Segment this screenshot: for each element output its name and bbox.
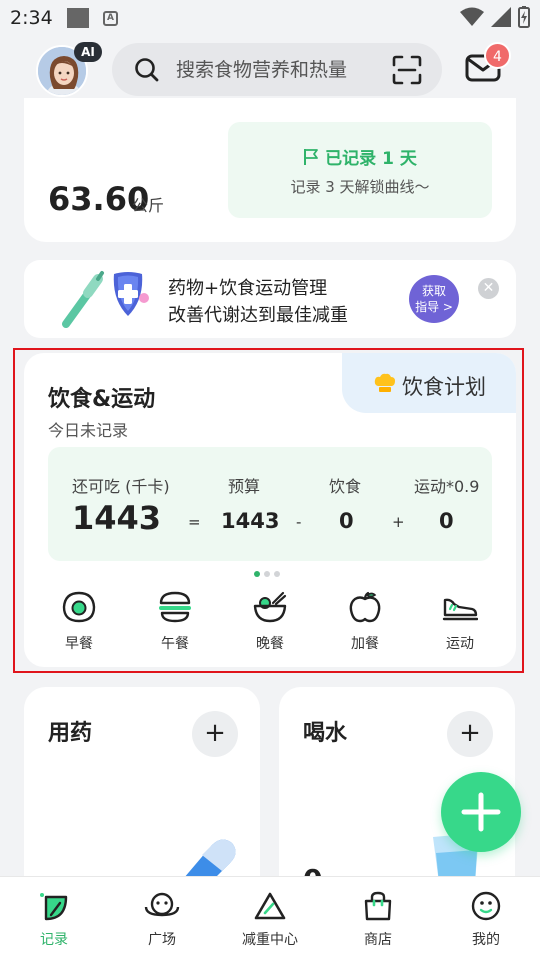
budget-value: 1443 — [221, 509, 280, 533]
banner-close-button[interactable]: ✕ — [478, 278, 499, 299]
diet-value: 0 — [339, 509, 354, 533]
banner-button-line2: 指导 > — [415, 300, 453, 314]
record-progress-box[interactable]: 已记录 1 天 记录 3 天解锁曲线～ — [228, 122, 492, 218]
medicine-title: 用药 — [48, 721, 93, 746]
search-icon — [135, 58, 159, 82]
diet-plan-label: 饮食计划 — [402, 375, 486, 399]
meal-label: 运动 — [446, 636, 474, 652]
meal-dinner[interactable]: 晚餐 — [235, 591, 305, 653]
record-title: 已记录 1 天 — [228, 144, 492, 169]
plus-icon — [461, 792, 501, 832]
banner-line2: 改善代谢达到最佳减重 — [168, 305, 348, 326]
diet-card-title: 饮食&运动 — [48, 387, 156, 412]
weight-card[interactable]: 63.60 公斤 已记录 1 天 记录 3 天解锁曲线～ — [24, 98, 516, 242]
meal-exercise[interactable]: 运动 — [425, 591, 495, 653]
tab-label: 商店 — [364, 932, 392, 948]
bowl-icon — [253, 591, 287, 623]
triangle-icon — [254, 892, 286, 920]
tab-label: 我的 — [472, 932, 500, 948]
remaining-label: 还可吃 (千卡) — [72, 477, 170, 496]
signal-icon — [491, 7, 511, 27]
banner-button-line1: 获取 — [421, 284, 446, 298]
page-indicator — [254, 571, 280, 577]
apple-icon — [349, 591, 381, 623]
record-subtitle: 记录 3 天解锁曲线～ — [290, 178, 430, 196]
weight-unit: 公斤 — [132, 196, 165, 215]
face-icon — [471, 891, 501, 921]
status-time: 2:34 — [10, 7, 53, 29]
status-icons — [460, 6, 530, 28]
wifi-icon — [460, 7, 484, 26]
tab-square[interactable]: 广场 — [122, 891, 202, 949]
diet-exercise-card[interactable]: 饮食计划 饮食&运动 今日未记录 还可吃 (千卡) 1443 = 预算 1443… — [24, 353, 516, 667]
tab-profile[interactable]: 我的 — [446, 891, 526, 949]
plus-operator: + — [392, 513, 405, 531]
banner-line1: 药物+饮食运动管理 — [168, 278, 328, 299]
remaining-value: 1443 — [72, 499, 162, 537]
meal-label: 早餐 — [65, 636, 93, 652]
meal-snack[interactable]: 加餐 — [330, 591, 400, 653]
exercise-label: 运动*0.9 — [414, 477, 480, 496]
ai-badge[interactable]: AI — [74, 42, 102, 62]
get-guidance-button[interactable]: 获取 指导 > — [409, 275, 459, 323]
water-title: 喝水 — [303, 721, 348, 746]
bag-icon — [364, 891, 392, 921]
notification-square-icon — [67, 8, 89, 28]
meal-breakfast[interactable]: 早餐 — [44, 591, 114, 653]
egg-icon — [62, 591, 96, 623]
add-medicine-button[interactable]: + — [192, 711, 238, 757]
sneaker-icon — [442, 598, 479, 621]
medicine-shield-icon — [62, 271, 149, 328]
minus-operator: - — [296, 513, 302, 531]
burger-icon — [159, 591, 191, 623]
add-record-fab[interactable] — [441, 772, 521, 852]
meal-label: 加餐 — [351, 636, 379, 652]
mail-badge: 4 — [484, 42, 511, 69]
page-dot-active — [254, 571, 260, 577]
calorie-calculation: 还可吃 (千卡) 1443 = 预算 1443 - 饮食 0 + 运动*0.9 … — [48, 447, 492, 561]
search-input[interactable] — [176, 43, 376, 96]
budget-label: 预算 — [228, 477, 261, 496]
diet-label: 饮食 — [329, 477, 362, 496]
flag-icon — [304, 149, 319, 165]
tab-store[interactable]: 商店 — [338, 891, 418, 949]
equals-operator: = — [188, 513, 201, 531]
status-bar: 2:34 A — [0, 0, 540, 36]
meal-label: 晚餐 — [256, 636, 284, 652]
leaf-icon — [40, 893, 68, 921]
search-bar[interactable] — [112, 43, 442, 96]
meal-lunch[interactable]: 午餐 — [140, 591, 210, 653]
notification-a-icon: A — [103, 11, 118, 26]
tab-label: 广场 — [148, 932, 176, 948]
tab-record[interactable]: 记录 — [14, 891, 94, 949]
planet-icon — [144, 892, 180, 917]
meal-label: 午餐 — [161, 636, 189, 652]
medicine-card[interactable]: 用药 + — [24, 687, 260, 887]
bottom-tab-bar: 记录 广场 减重中心 商店 我的 — [0, 876, 540, 960]
battery-icon — [518, 6, 530, 28]
page-dot — [264, 571, 270, 577]
page-dot — [274, 571, 280, 577]
tab-label: 记录 — [40, 932, 68, 948]
tab-label: 减重中心 — [242, 932, 298, 948]
diet-card-subtitle: 今日未记录 — [48, 421, 129, 440]
scan-icon[interactable] — [392, 55, 422, 85]
tab-weight-center[interactable]: 减重中心 — [230, 891, 310, 949]
record-title-text: 已记录 1 天 — [325, 149, 417, 169]
diet-plan-tab[interactable]: 饮食计划 — [342, 353, 516, 413]
add-water-button[interactable]: + — [447, 711, 493, 757]
chef-hat-icon — [374, 373, 395, 392]
promo-banner[interactable]: 药物+饮食运动管理 改善代谢达到最佳减重 获取 指导 > ✕ — [24, 260, 516, 338]
exercise-value: 0 — [439, 509, 454, 533]
